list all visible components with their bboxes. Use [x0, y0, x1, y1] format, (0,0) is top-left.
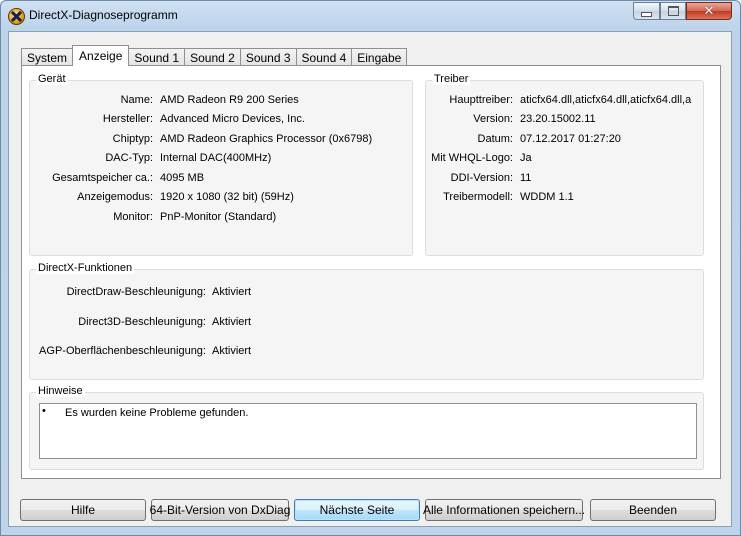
device-memory-label: Gesamtspeicher ca.: [52, 172, 153, 184]
driver-group: Treiber Haupttreiber: aticfx64.dll,aticf… [425, 73, 704, 256]
device-monitor-value: PnP-Monitor (Standard) [160, 211, 277, 223]
minimize-icon [641, 12, 652, 17]
exit-button[interactable]: Beenden [590, 499, 716, 521]
direct3d-value: Aktiviert [212, 316, 252, 328]
driver-main-label: Haupttreiber: [449, 94, 513, 106]
driver-ddi-label: DDI-Version: [450, 172, 513, 184]
device-dac-label: DAC-Typ: [105, 152, 153, 164]
tab-panel-anzeige: Gerät Name: AMD Radeon R9 200 Series Her… [21, 65, 721, 479]
directdraw-label: DirectDraw-Beschleunigung: [66, 286, 206, 298]
device-dac-value: Internal DAC(400MHz) [160, 152, 272, 164]
driver-date-value: 07.12.2017 01:27:20 [520, 133, 621, 145]
driver-version-label: Version: [473, 113, 513, 125]
device-memory-value: 4095 MB [160, 172, 205, 184]
driver-group-title: Treiber [432, 73, 471, 85]
driver-version-value: 23.20.15002.11 [520, 113, 596, 125]
title-bar[interactable]: DirectX-Diagnoseprogramm ✕ [1, 1, 740, 31]
close-button[interactable]: ✕ [686, 2, 732, 20]
dxdiag-window: DirectX-Diagnoseprogramm ✕ System Anzeig… [0, 0, 741, 536]
directx-icon [8, 8, 25, 25]
maximize-button[interactable] [660, 2, 686, 20]
tab-eingabe[interactable]: Eingabe [351, 48, 408, 66]
device-chiptype-label: Chiptyp: [112, 133, 153, 145]
save-all-info-button[interactable]: Alle Informationen speichern... [423, 499, 585, 521]
tab-sound-2[interactable]: Sound 2 [184, 48, 241, 66]
notes-item: Es wurden keine Probleme gefunden. [65, 407, 249, 419]
device-manufacturer-label: Hersteller: [102, 113, 153, 125]
device-group: Gerät Name: AMD Radeon R9 200 Series Her… [29, 73, 413, 256]
device-name-label: Name: [120, 94, 153, 106]
tab-sound-1[interactable]: Sound 1 [128, 48, 186, 66]
notes-textbox[interactable]: • Es wurden keine Probleme gefunden. [39, 403, 697, 459]
maximize-icon [667, 6, 679, 16]
tab-sound-3[interactable]: Sound 3 [239, 48, 297, 66]
driver-model-value: WDDM 1.1 [520, 191, 574, 203]
close-icon: ✕ [703, 3, 715, 19]
device-manufacturer-value: Advanced Micro Devices, Inc. [160, 113, 305, 125]
device-name-value: AMD Radeon R9 200 Series [160, 94, 299, 106]
tab-anzeige[interactable]: Anzeige [72, 45, 130, 66]
driver-ddi-value: 11 [520, 172, 532, 184]
directdraw-value: Aktiviert [212, 286, 252, 298]
device-displaymode-label: Anzeigemodus: [77, 191, 153, 203]
minimize-button[interactable] [633, 2, 660, 20]
directx-features-group: DirectX-Funktionen DirectDraw-Beschleuni… [29, 262, 704, 380]
driver-model-label: Treibermodell: [443, 191, 513, 203]
notes-group-title: Hinweise [36, 385, 85, 397]
agp-value: Aktiviert [212, 345, 252, 357]
window-title: DirectX-Diagnoseprogramm [29, 8, 178, 22]
dxdiag-64bit-button[interactable]: 64-Bit-Version von DxDiag [150, 499, 290, 521]
notes-group: Hinweise • Es wurden keine Probleme gefu… [29, 385, 704, 470]
tab-sound-4[interactable]: Sound 4 [295, 48, 353, 66]
driver-main-value: aticfx64.dll,aticfx64.dll,aticfx64.dll,a [520, 94, 692, 106]
dialog-client-area: System Anzeige Sound 1 Sound 2 Sound 3 S… [8, 31, 732, 527]
features-group-title: DirectX-Funktionen [36, 262, 135, 274]
next-page-button[interactable]: Nächste Seite [294, 499, 420, 521]
help-button[interactable]: Hilfe [20, 499, 146, 521]
bullet-icon: • [42, 405, 46, 417]
direct3d-label: Direct3D-Beschleunigung: [78, 316, 206, 328]
device-chiptype-value: AMD Radeon Graphics Processor (0x6798) [160, 133, 373, 145]
device-displaymode-value: 1920 x 1080 (32 bit) (59Hz) [160, 191, 294, 203]
device-monitor-label: Monitor: [113, 211, 153, 223]
device-group-title: Gerät [36, 73, 68, 85]
driver-whql-value: Ja [520, 152, 532, 164]
driver-whql-label: Mit WHQL-Logo: [431, 152, 513, 164]
driver-date-label: Datum: [477, 133, 513, 145]
tab-system[interactable]: System [21, 48, 74, 66]
tab-strip: System Anzeige Sound 1 Sound 2 Sound 3 S… [21, 44, 408, 66]
agp-label: AGP-Oberflächenbeschleunigung: [39, 345, 206, 357]
